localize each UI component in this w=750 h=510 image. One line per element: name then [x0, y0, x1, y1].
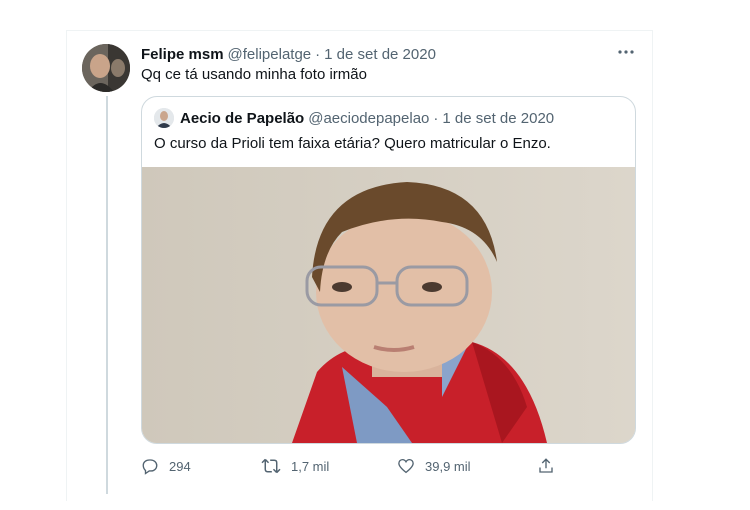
thread-line: [106, 96, 108, 494]
avatar[interactable]: [82, 44, 130, 92]
author-name[interactable]: Felipe msm: [141, 46, 224, 63]
reply-icon: [142, 459, 158, 475]
retweet-icon: [261, 458, 281, 474]
quoted-date: 1 de set de 2020: [442, 109, 555, 127]
like-count: 39,9 mil: [425, 458, 471, 474]
quoted-tweet[interactable]: Aecio de Papelão @aeciodepapelao · 1 de …: [141, 96, 636, 444]
quoted-avatar: [154, 108, 174, 128]
share-button[interactable]: [537, 455, 565, 477]
retweet-button[interactable]: 1,7 mil: [261, 455, 329, 477]
retweet-count: 1,7 mil: [291, 458, 330, 474]
reply-count: 294: [169, 458, 191, 474]
quoted-photo[interactable]: [142, 167, 635, 443]
tweet-text: Qq ce tá usando minha foto irmão: [141, 66, 367, 83]
quoted-author-name: Aecio de Papelão: [180, 109, 305, 127]
quoted-text: O curso da Prioli tem faixa etária? Quer…: [154, 135, 551, 152]
heart-icon: [398, 458, 414, 474]
tweet-actions: 294 1,7 mil 39,9 mil: [141, 455, 561, 477]
reply-button[interactable]: 294: [141, 455, 191, 477]
share-icon: [539, 458, 553, 473]
tweet-date[interactable]: 1 de set de 2020: [324, 46, 436, 63]
author-handle[interactable]: @felipelatge: [228, 46, 312, 63]
like-button[interactable]: 39,9 mil: [397, 455, 471, 477]
tweet-header: Felipe msm @felipelatge · 1 de set de 20…: [141, 44, 436, 64]
quoted-separator: ·: [433, 109, 439, 127]
ellipsis-icon[interactable]: [616, 42, 636, 62]
quoted-author-handle: @aeciodepapelao: [308, 109, 430, 127]
quoted-header: Aecio de Papelão @aeciodepapelao · 1 de …: [154, 107, 554, 129]
separator: ·: [315, 45, 321, 63]
